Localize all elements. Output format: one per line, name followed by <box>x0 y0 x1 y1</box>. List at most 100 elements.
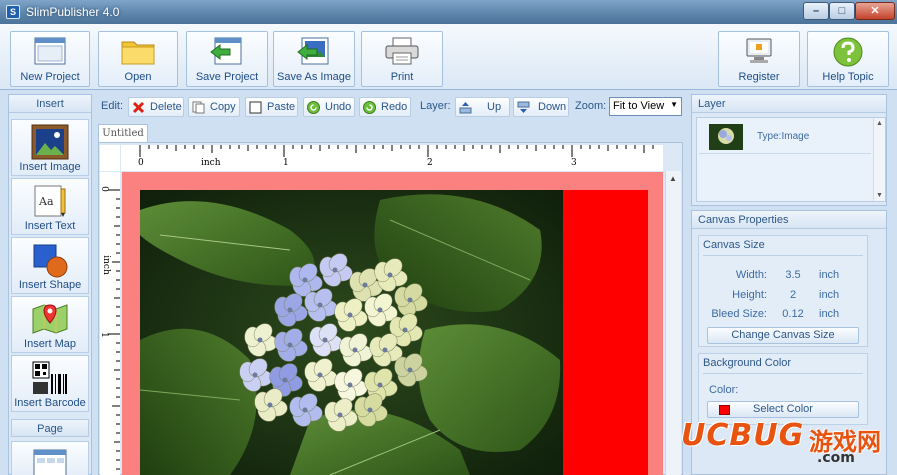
bleed-size-value[interactable]: 0.12 <box>778 308 808 320</box>
scroll-up-arrow-icon[interactable]: ▲ <box>669 174 677 183</box>
close-button[interactable]: ✕ <box>855 2 895 20</box>
save-project-button[interactable]: Save Project <box>186 31 268 87</box>
printer-icon <box>384 36 420 69</box>
register-button[interactable]: Register <box>718 31 800 87</box>
register-label: Register <box>738 71 780 83</box>
insert-barcode-button[interactable]: Insert Barcode <box>11 355 89 412</box>
horizontal-ruler: 0 inch 1 2 3 <box>121 145 663 171</box>
new-project-button[interactable]: New Project <box>10 31 90 87</box>
copy-button[interactable]: Copy <box>188 97 240 117</box>
copy-icon <box>192 101 205 114</box>
insert-map-button[interactable]: Insert Map <box>11 296 89 353</box>
redo-button[interactable]: Redo <box>359 97 411 117</box>
print-button[interactable]: Print <box>361 31 443 87</box>
hydrangea-image[interactable] <box>140 190 563 475</box>
delete-icon <box>132 101 145 114</box>
layer-list: Type:Image ▲ ▼ <box>696 117 886 202</box>
width-value[interactable]: 3.5 <box>778 269 808 281</box>
layer-down-icon <box>517 101 530 113</box>
undo-button[interactable]: Undo <box>303 97 355 117</box>
redo-label: Redo <box>381 101 408 113</box>
background-color-group: Background Color Color: Select Color <box>698 353 868 425</box>
save-as-image-label: Save As Image <box>277 71 351 83</box>
layer-label: Layer: <box>420 100 451 112</box>
canvas-page[interactable] <box>140 190 648 475</box>
bleed-size-unit: inch <box>819 308 840 320</box>
insert-text-label: Insert Text <box>24 220 76 232</box>
bleed-size-label: Bleed Size: <box>711 308 767 320</box>
h-ruler-unit: inch <box>201 158 221 168</box>
insert-text-button[interactable]: Aa Insert Text <box>11 178 89 235</box>
insert-shape-button[interactable]: Insert Shape <box>11 237 89 294</box>
color-label: Color: <box>709 384 739 396</box>
main-toolbar: New Project Open Save Project Save As Im… <box>0 24 897 90</box>
layer-panel-title: Layer <box>692 95 886 113</box>
copy-label: Copy <box>210 101 236 113</box>
canvas-size-group: Canvas Size Width: 3.5 inch Height: 2 in… <box>698 235 868 347</box>
scroll-up-arrow-icon[interactable]: ▲ <box>876 120 883 127</box>
layer-up-button[interactable]: Up <box>455 97 510 117</box>
open-button[interactable]: Open <box>98 31 178 87</box>
layer-up-icon <box>459 102 472 114</box>
canvas-properties-title: Canvas Properties <box>692 211 886 229</box>
change-canvas-size-button[interactable]: Change Canvas Size <box>707 327 859 344</box>
layer-type: Type:Image <box>757 131 810 142</box>
h-ruler-number-1: 1 <box>283 158 289 168</box>
color-swatch <box>719 405 730 415</box>
watermark-brand: UCBUG <box>681 418 805 453</box>
maximize-button[interactable]: □ <box>829 2 855 20</box>
height-value[interactable]: 2 <box>778 289 808 301</box>
paste-button[interactable]: Paste <box>245 97 298 117</box>
zoom-select[interactable]: Fit to View ▼ <box>609 97 682 116</box>
help-topic-label: Help Topic <box>822 71 874 83</box>
layer-item[interactable]: Type:Image <box>699 120 871 154</box>
folder-icon <box>120 36 156 69</box>
height-unit: inch <box>819 289 840 301</box>
v-ruler-number-1: 1 <box>98 332 109 338</box>
window-title: SlimPublisher 4.0 <box>26 5 120 19</box>
insert-image-label: Insert Image <box>19 161 81 173</box>
h-ruler-number-3: 3 <box>571 158 577 168</box>
undo-icon <box>307 101 320 114</box>
page-layout-button[interactable] <box>11 441 89 475</box>
v-ruler-number-0: 0 <box>98 186 109 192</box>
save-as-image-button[interactable]: Save As Image <box>273 31 355 87</box>
canvas-size-title: Canvas Size <box>703 239 765 251</box>
minimize-button[interactable]: – <box>803 2 829 20</box>
help-topic-button[interactable]: Help Topic <box>807 31 889 87</box>
document-tab[interactable]: Untitled <box>98 124 148 142</box>
scroll-down-arrow-icon[interactable]: ▼ <box>876 192 883 199</box>
new-project-icon <box>34 36 66 69</box>
insert-barcode-label: Insert Barcode <box>14 397 86 409</box>
v-ruler-unit: inch <box>100 255 111 275</box>
page-panel-title: Page <box>11 419 89 437</box>
layer-list-scrollbar[interactable]: ▲ ▼ <box>873 118 885 201</box>
layer-up-label: Up <box>487 101 502 113</box>
height-label: Height: <box>732 289 767 301</box>
insert-map-label: Insert Map <box>24 338 76 350</box>
edit-label: Edit: <box>101 100 124 112</box>
layer-down-button[interactable]: Down <box>513 97 569 117</box>
paste-label: Paste <box>267 101 296 113</box>
insert-image-button[interactable]: Insert Image <box>11 119 89 176</box>
zoom-value: Fit to View <box>613 100 665 112</box>
width-unit: inch <box>819 269 840 281</box>
open-label: Open <box>124 71 152 83</box>
barcode-icon <box>31 360 69 399</box>
watermark: UCBUG 游戏网 .com <box>677 418 895 470</box>
print-label: Print <box>390 71 414 83</box>
delete-button[interactable]: Delete <box>128 97 184 117</box>
delete-label: Delete <box>150 101 182 113</box>
dropdown-arrow-icon: ▼ <box>670 100 678 109</box>
save-project-icon <box>209 36 245 69</box>
select-color-button[interactable]: Select Color <box>707 401 859 418</box>
new-project-label: New Project <box>20 71 80 83</box>
page-layout-icon <box>33 446 67 475</box>
image-icon <box>31 124 69 163</box>
insert-panel: Insert Insert Image Aa Insert Text Inser… <box>8 94 92 475</box>
redo-icon <box>363 101 376 114</box>
shape-icon <box>31 242 69 281</box>
h-ruler-number-0: 0 <box>138 158 144 168</box>
save-project-label: Save Project <box>195 71 259 83</box>
background-color-title: Background Color <box>703 357 792 369</box>
